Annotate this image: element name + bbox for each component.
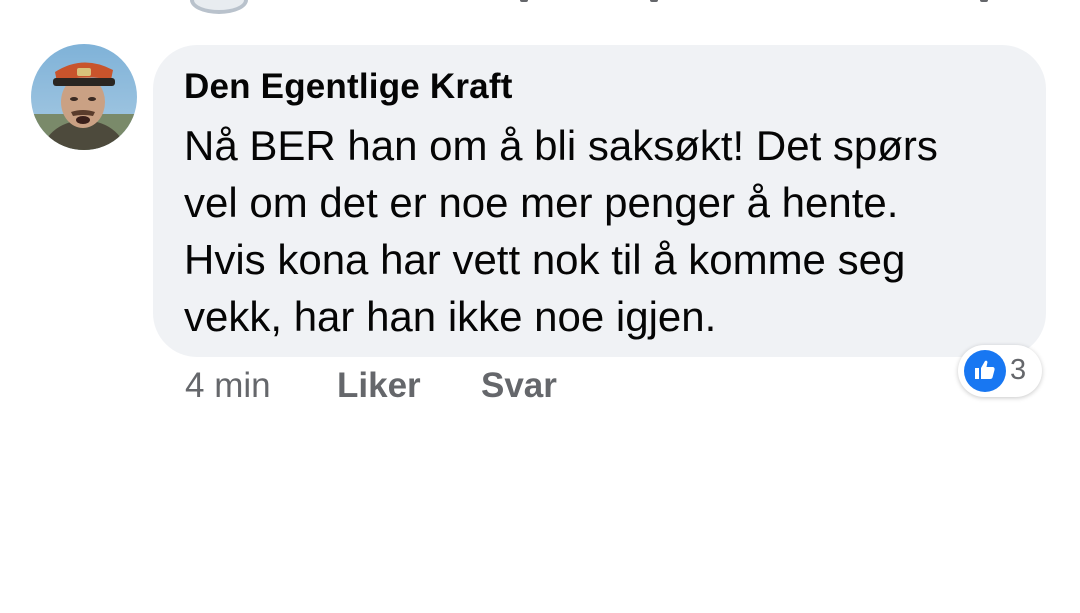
comment-author[interactable]: Den Egentlige Kraft — [184, 67, 513, 107]
like-button[interactable]: Liker — [337, 366, 421, 406]
comment-text-line: vekk, har han ikke noe igjen. — [184, 293, 717, 340]
previous-avatar-cropped — [190, 0, 248, 14]
comment-text-line: vel om det er noe mer penger å hente. — [184, 179, 899, 226]
comment-timestamp[interactable]: 4 min — [185, 366, 271, 406]
reactions-summary[interactable]: 3 — [958, 345, 1042, 397]
comment-bubble[interactable]: Den Egentlige Kraft Nå BER han om å bli … — [153, 45, 1046, 357]
avatar[interactable] — [31, 44, 137, 150]
reply-button[interactable]: Svar — [481, 366, 557, 406]
thumbs-up-icon — [964, 350, 1006, 392]
comment-text-line: Hvis kona har vett nok til å komme seg — [184, 236, 906, 283]
comment-text: Nå BER han om å bli saksøkt! Det spørs v… — [184, 117, 1024, 345]
reaction-count: 3 — [1010, 354, 1027, 386]
avatar-image — [31, 44, 137, 150]
comment-view: Den Egentlige Kraft Nå BER han om å bli … — [0, 0, 1080, 613]
previous-content-cropped — [520, 0, 990, 4]
comment-text-line: Nå BER han om å bli saksøkt! Det spørs — [184, 122, 938, 169]
